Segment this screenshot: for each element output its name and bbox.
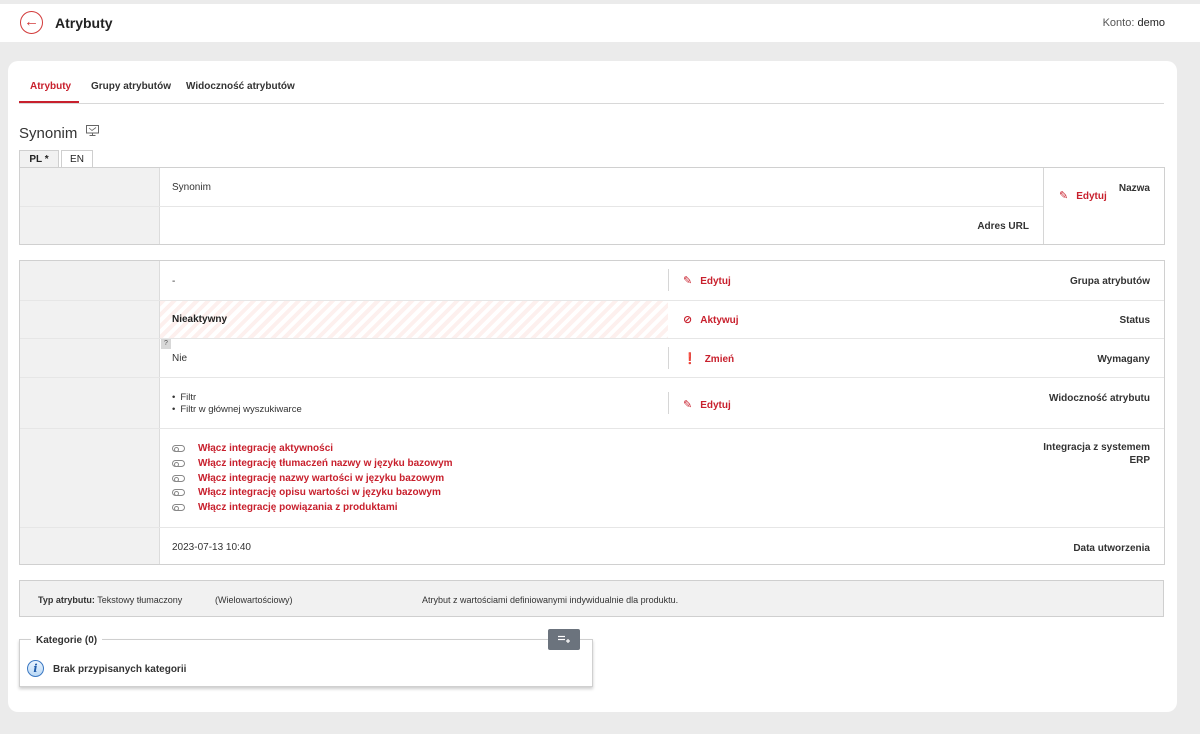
label-url: Adres URL (977, 221, 1029, 232)
list-add-icon (558, 635, 570, 643)
attribute-type-bar: Typ atrybutu: Tekstowy tłumaczony (Wielo… (19, 580, 1164, 617)
activate-button[interactable]: ⊘ Aktywuj (683, 313, 739, 326)
row-status: Status Nieaktywny ⊘ Aktywuj (20, 300, 1164, 339)
toggle-erp-name-translation[interactable]: Włącz integrację tłumaczeń nazwy w język… (172, 458, 453, 469)
pencil-icon: ✎ (683, 399, 693, 411)
edit-translation-label: Edytuj (1076, 191, 1107, 202)
active-tab-indicator (19, 101, 79, 103)
value-created: 2023-07-13 10:40 (172, 542, 251, 553)
row-visibility: Widoczność atrybutu Filtr Filtr w główne… (20, 377, 1164, 428)
categories-box (19, 639, 593, 687)
value-status: Nieaktywny (172, 314, 228, 325)
check-circle-icon: ⊘ (683, 314, 693, 326)
type-value: Tekstowy tłumaczony (97, 595, 183, 605)
lang-tab-en[interactable]: EN (61, 150, 93, 168)
edit-visibility-button[interactable]: ✎ Edytuj (683, 398, 731, 411)
toggle-switch-icon[interactable] (172, 444, 185, 452)
attribute-name-heading: Synonim (19, 125, 78, 142)
page-title: Atrybuty (55, 15, 113, 31)
type-info: Typ atrybutu: Tekstowy tłumaczony (38, 595, 182, 605)
divider (668, 347, 669, 369)
row-created: Data utworzenia 2023-07-13 10:40 (20, 527, 1164, 564)
activate-label: Aktywuj (700, 315, 739, 326)
monitor-icon[interactable] (86, 125, 99, 136)
row-required: Wymagany Nie ❗ Zmień (20, 338, 1164, 377)
tab-attribute-groups[interactable]: Grupy atrybutów (91, 81, 171, 92)
toggle-switch-icon[interactable] (172, 503, 185, 511)
toggle-switch-icon[interactable] (172, 488, 185, 496)
toggle-erp-value-description[interactable]: Włącz integrację opisu wartości w języku… (172, 487, 441, 498)
change-required-button[interactable]: ❗ Zmień (683, 352, 734, 365)
toggle-erp-product-link[interactable]: Włącz integrację powiązania z produktami (172, 502, 398, 513)
edit-visibility-label: Edytuj (700, 400, 731, 411)
edit-group-button[interactable]: ✎ Edytuj (683, 274, 731, 287)
exclamation-circle-icon: ❗ (683, 353, 697, 365)
label-status: Status (1119, 315, 1150, 326)
tab-attribute-visibility[interactable]: Widoczność atrybutów (186, 81, 295, 92)
edit-translation-button[interactable]: ✎ Edytuj (1059, 189, 1107, 202)
type-description: Atrybut z wartościami definiowanymi indy… (422, 595, 679, 605)
toggle-switch-icon[interactable] (172, 474, 185, 482)
divider (668, 392, 669, 414)
account-label: Konto: (1102, 17, 1135, 29)
label-created: Data utworzenia (1073, 543, 1150, 554)
list-item: Filtr (172, 392, 302, 404)
toggle-label: Włącz integrację powiązania z produktami (198, 502, 398, 513)
details-box: Grupa atrybutów - ✎ Edytuj Status Nieakty… (19, 260, 1165, 565)
multi-value-note: (Wielowartościowy) (215, 595, 293, 605)
tab-attributes[interactable]: Atrybuty (30, 81, 71, 92)
edit-group-label: Edytuj (700, 276, 731, 287)
value-name: Synonim (172, 182, 211, 193)
label-visibility: Widoczność atrybutu (1048, 393, 1150, 404)
toggle-label: Włącz integrację aktywności (198, 443, 334, 454)
account-name: demo (1137, 17, 1165, 29)
categories-title: Kategorie (0) (31, 635, 103, 646)
toggle-switch-icon[interactable] (172, 459, 185, 467)
toggle-erp-activity[interactable]: Włącz integrację aktywności (172, 443, 333, 454)
row-url: Adres URL (20, 206, 1043, 244)
pencil-icon: ✎ (1059, 190, 1069, 202)
row-group: Grupa atrybutów - ✎ Edytuj (20, 261, 1164, 300)
back-arrow-icon[interactable]: ← (20, 11, 43, 34)
toggle-erp-value-name[interactable]: Włącz integrację nazwy wartości w języku… (172, 473, 444, 484)
visibility-list: Filtr Filtr w głównej wyszukiwarce (172, 392, 302, 416)
value-group: - (172, 276, 176, 287)
account-info: Konto: demo (1103, 17, 1165, 29)
toggle-label: Włącz integrację tłumaczeń nazwy w język… (198, 458, 453, 469)
categories-top-border (19, 639, 593, 640)
type-label: Typ atrybutu: (38, 595, 95, 605)
lang-tab-pl[interactable]: PL * (19, 150, 59, 168)
toggle-label: Włącz integrację nazwy wartości w języku… (198, 473, 445, 484)
translation-box: Nazwa Synonim Adres URL ✎ Edytuj (19, 167, 1165, 245)
add-category-button[interactable] (548, 629, 580, 650)
info-icon: i (27, 660, 44, 677)
change-required-label: Zmień (704, 354, 735, 365)
label-required: Wymagany (1097, 354, 1150, 365)
divider (668, 269, 669, 291)
value-required: Nie (172, 353, 188, 364)
row-name: Nazwa Synonim (20, 168, 1164, 206)
action-divider (1043, 168, 1044, 244)
inactive-hatch (160, 301, 668, 339)
label-erp: Integracja z systemem ERP (1043, 442, 1150, 466)
tab-bar: Atrybuty Grupy atrybutów Widoczność atry… (19, 61, 1164, 104)
categories-empty-message: Brak przypisanych kategorii (53, 664, 187, 675)
list-item: Filtr w głównej wyszukiwarce (172, 404, 301, 416)
label-group: Grupa atrybutów (1069, 276, 1150, 287)
main-card: Atrybuty Grupy atrybutów Widoczność atry… (8, 61, 1177, 712)
toggle-label: Włącz integrację opisu wartości w języku… (198, 487, 441, 498)
pencil-icon: ✎ (683, 275, 693, 287)
row-erp: Integracja z systemem ERP Włącz integrac… (20, 428, 1164, 527)
top-bar: ← Atrybuty Konto: demo (0, 4, 1200, 42)
